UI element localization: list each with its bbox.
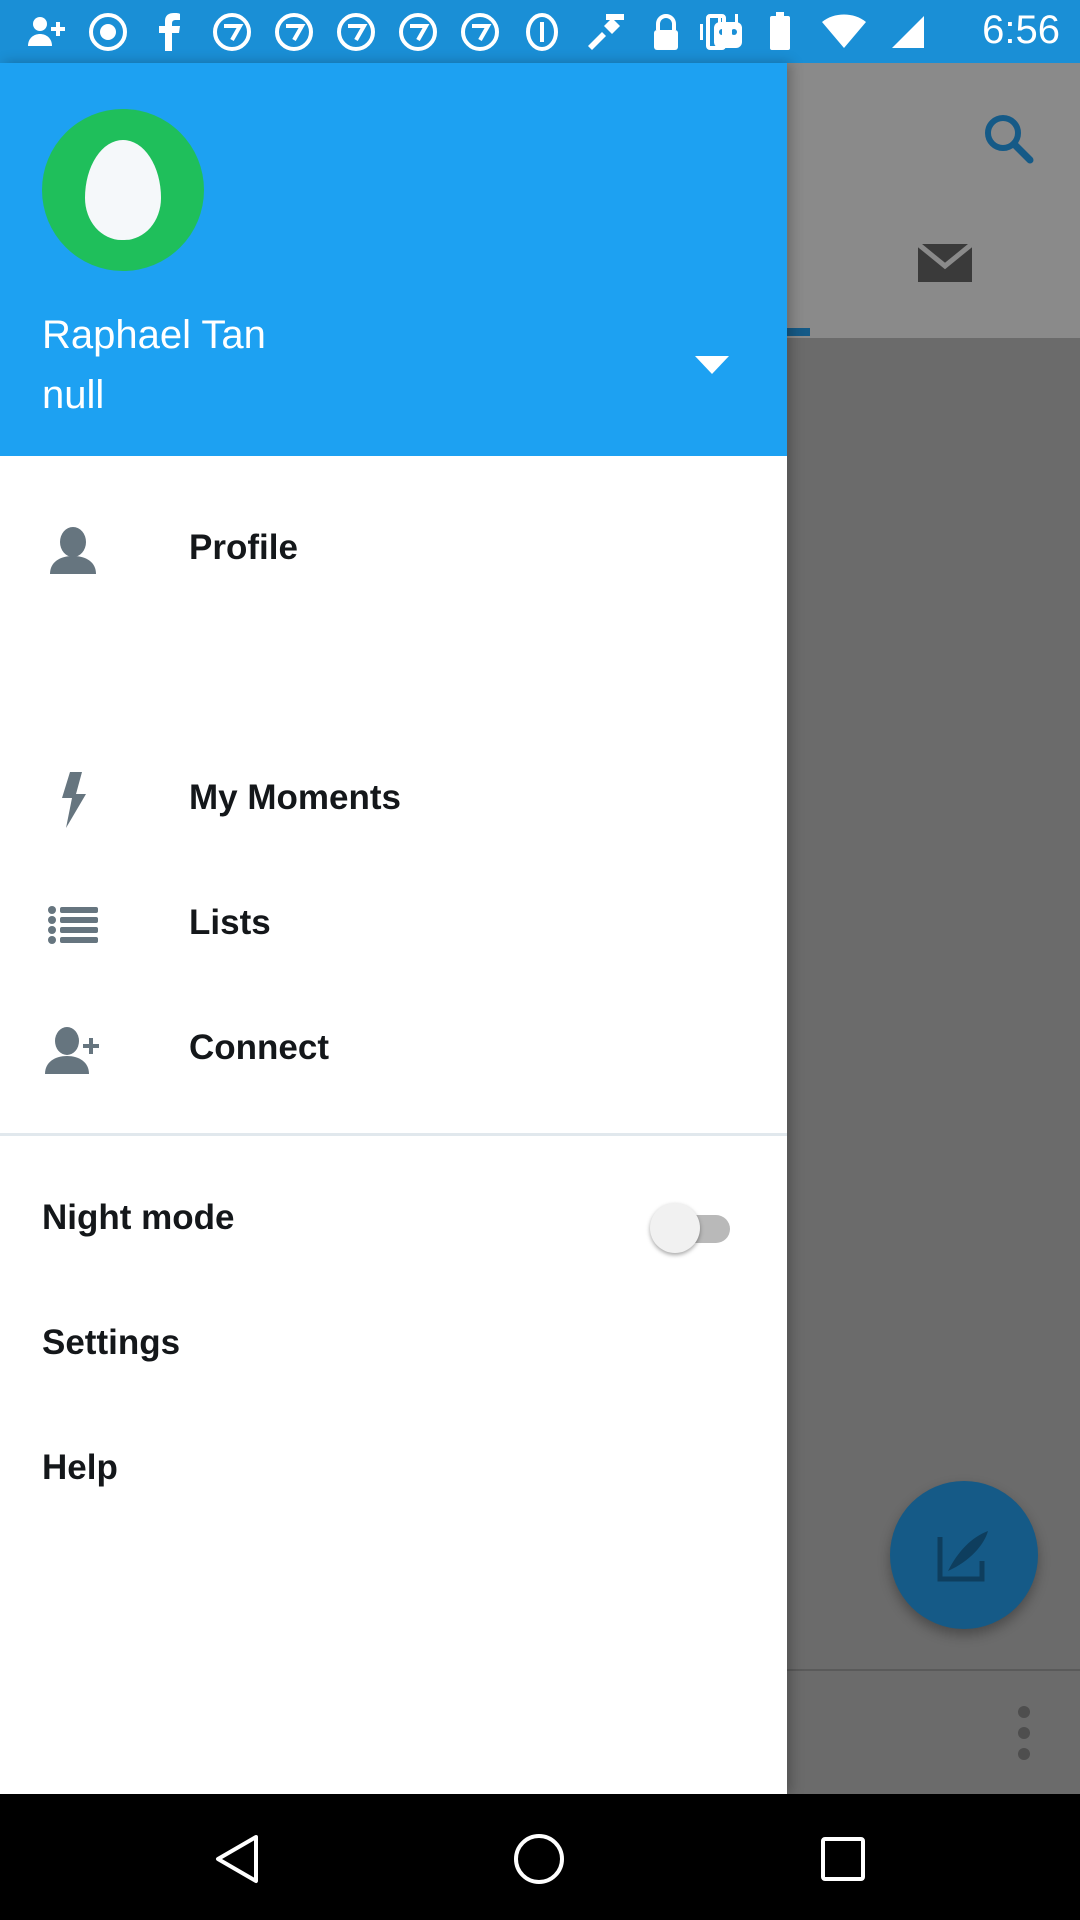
add-person-icon [42, 1025, 104, 1075]
lightning-icon [42, 772, 104, 828]
more-icon [1014, 1706, 1034, 1760]
menu-item-my-moments[interactable]: My Moments [0, 750, 787, 850]
back-button[interactable] [210, 1832, 264, 1886]
menu-item-help[interactable]: Help [0, 1420, 787, 1520]
divider [0, 1133, 787, 1136]
navigation-drawer: Raphael Tan null Profile My Moments List… [0, 63, 787, 1794]
home-icon [514, 1834, 564, 1884]
settings-label: Settings [42, 1323, 181, 1362]
night-mode-label: Night mode [42, 1198, 235, 1237]
facebook-icon [148, 12, 192, 52]
status-bar: 6:56 [0, 0, 1080, 63]
system-icons [694, 12, 930, 52]
home-button[interactable] [512, 1832, 566, 1886]
menu-item-connect[interactable]: Connect [0, 1000, 787, 1100]
add-contact-icon [24, 12, 68, 52]
menu-item-label: Connect [189, 1028, 329, 1067]
clock: 6:56 [982, 8, 1060, 52]
abc7-icon [272, 12, 316, 52]
egg-avatar-icon [85, 140, 161, 240]
abc7-icon [396, 12, 440, 52]
night-mode-row[interactable]: Night mode [0, 1170, 787, 1270]
info-icon [520, 12, 564, 52]
recents-button[interactable] [816, 1832, 870, 1886]
notification-icons [24, 10, 750, 54]
menu-item-label: Profile [189, 528, 298, 567]
menu-item-label: Lists [189, 903, 271, 942]
avatar[interactable] [42, 109, 204, 271]
menu-item-lists[interactable]: Lists [0, 875, 787, 975]
menu-item-settings[interactable]: Settings [0, 1295, 787, 1395]
system-navigation-bar [0, 1794, 1080, 1920]
user-handle: null [42, 373, 105, 417]
user-name: Raphael Tan [42, 313, 266, 357]
search-icon [980, 110, 1036, 166]
abc7-icon [458, 12, 502, 52]
wifi-icon [822, 12, 866, 52]
tab-indicator [786, 328, 810, 336]
compose-button [890, 1481, 1038, 1629]
lock-icon [644, 12, 688, 52]
mail-icon [916, 238, 974, 288]
fake-gps-icon [582, 12, 626, 52]
compose-icon [937, 1531, 988, 1582]
vibrate-icon [694, 12, 738, 52]
back-icon [216, 1835, 258, 1883]
drawer-header: Raphael Tan null [0, 63, 787, 456]
signal-icon [886, 12, 930, 52]
night-mode-toggle[interactable] [650, 1203, 740, 1253]
list-icon [42, 900, 104, 950]
toggle-thumb [650, 1203, 700, 1253]
abc7-icon [86, 12, 130, 52]
caret-down-icon [695, 356, 729, 374]
person-icon [42, 525, 104, 575]
abc7-icon [210, 12, 254, 52]
recents-icon [821, 1837, 865, 1881]
menu-item-profile[interactable]: Profile [0, 500, 787, 600]
help-label: Help [42, 1448, 118, 1487]
account-switcher-button[interactable] [690, 350, 734, 380]
battery-icon [758, 12, 802, 52]
menu-item-label: My Moments [189, 778, 401, 817]
abc7-icon [334, 12, 378, 52]
